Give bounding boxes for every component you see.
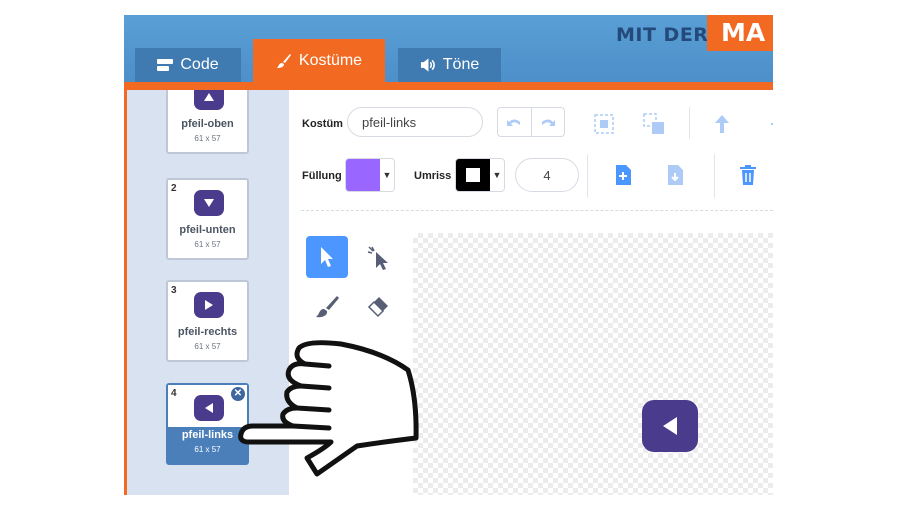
trash-icon	[740, 165, 756, 185]
more-icon	[771, 123, 773, 125]
eraser-tool[interactable]	[357, 286, 399, 328]
copy-button[interactable]	[610, 162, 636, 188]
toolbar-separator	[301, 210, 773, 211]
outline-color-swatch	[456, 159, 490, 191]
redo-button[interactable]	[530, 108, 565, 136]
costume-number: 4	[171, 388, 177, 399]
reshape-icon	[367, 246, 388, 270]
costume-name: pfeil-oben	[181, 118, 234, 130]
costume-name: pfeil-unten	[179, 224, 236, 236]
tab-sounds[interactable]: Töne	[398, 48, 501, 82]
forward-button[interactable]	[709, 111, 735, 137]
fill-color-swatch	[346, 159, 380, 191]
paint-canvas[interactable]	[413, 233, 773, 495]
paste-button[interactable]	[662, 162, 688, 188]
arrow-up-icon	[715, 115, 729, 133]
ungroup-button[interactable]	[641, 111, 667, 137]
brush-icon	[316, 296, 339, 318]
toolbar-divider	[714, 154, 715, 198]
group-button[interactable]	[591, 111, 617, 137]
copy-icon	[616, 165, 631, 185]
chevron-down-icon: ▼	[492, 170, 502, 180]
costume-name: pfeil-rechts	[177, 326, 238, 338]
undo-icon	[507, 119, 521, 126]
brush-icon	[276, 53, 292, 69]
pointing-hand-icon	[238, 340, 419, 477]
outline-color-picker[interactable]: ▼	[455, 158, 505, 192]
costume-number: 3	[171, 285, 177, 296]
tab-code[interactable]: Code	[135, 48, 241, 82]
arrow-left-sprite[interactable]	[642, 400, 698, 452]
arrow-left-thumbnail	[194, 395, 224, 421]
outline-width-input[interactable]	[515, 158, 579, 192]
undo-button[interactable]	[498, 108, 531, 136]
tab-costumes-label: Kostüme	[298, 52, 363, 69]
brand-text: MIT DER	[616, 24, 709, 46]
header-banner: MIT DER MA Code Kostüme Töne	[124, 15, 773, 83]
cursor-icon	[321, 247, 333, 267]
costume-size: 61 x 57	[194, 240, 221, 249]
delete-button[interactable]	[735, 162, 761, 188]
costume-name-input[interactable]	[347, 107, 483, 137]
ungroup-icon	[643, 113, 664, 134]
more-toolbar-button[interactable]	[761, 111, 773, 137]
arrow-up-thumbnail	[194, 90, 224, 110]
code-blocks-icon	[157, 57, 174, 73]
tab-code-label: Code	[180, 56, 219, 73]
tab-sounds-label: Töne	[442, 56, 480, 73]
toolbar-divider	[689, 107, 690, 139]
redo-icon	[541, 119, 555, 126]
costume-card-pfeil-oben[interactable]: pfeil-oben 61 x 57	[166, 90, 249, 154]
undo-redo-group	[497, 107, 565, 137]
brand-logo-box: MA	[707, 15, 773, 51]
speaker-icon	[420, 57, 436, 73]
tab-costumes[interactable]: Kostüme	[253, 39, 385, 83]
chevron-down-icon: ▼	[382, 170, 392, 180]
arrow-right-thumbnail	[194, 292, 224, 318]
brush-tool[interactable]	[306, 286, 348, 328]
fill-label: Füllung	[302, 170, 342, 182]
costume-card-pfeil-unten[interactable]: 2 pfeil-unten 61 x 57	[166, 178, 249, 260]
costume-number: 2	[171, 183, 177, 194]
group-icon	[594, 114, 614, 134]
tab-underline	[124, 82, 773, 90]
arrow-left-icon	[663, 417, 677, 435]
outline-label: Umriss	[414, 170, 452, 182]
select-tool[interactable]	[306, 236, 348, 278]
costume-size: 61 x 57	[194, 134, 221, 143]
eraser-icon	[367, 297, 388, 318]
paste-icon	[668, 165, 683, 185]
costume-label: Kostüm	[302, 118, 343, 130]
toolbar-divider	[587, 154, 588, 198]
scratch-editor: MIT DER MA Code Kostüme Töne pfeil-oben …	[124, 15, 773, 495]
fill-color-picker[interactable]: ▼	[345, 158, 395, 192]
reshape-tool[interactable]	[357, 236, 399, 278]
arrow-down-thumbnail	[194, 190, 224, 216]
